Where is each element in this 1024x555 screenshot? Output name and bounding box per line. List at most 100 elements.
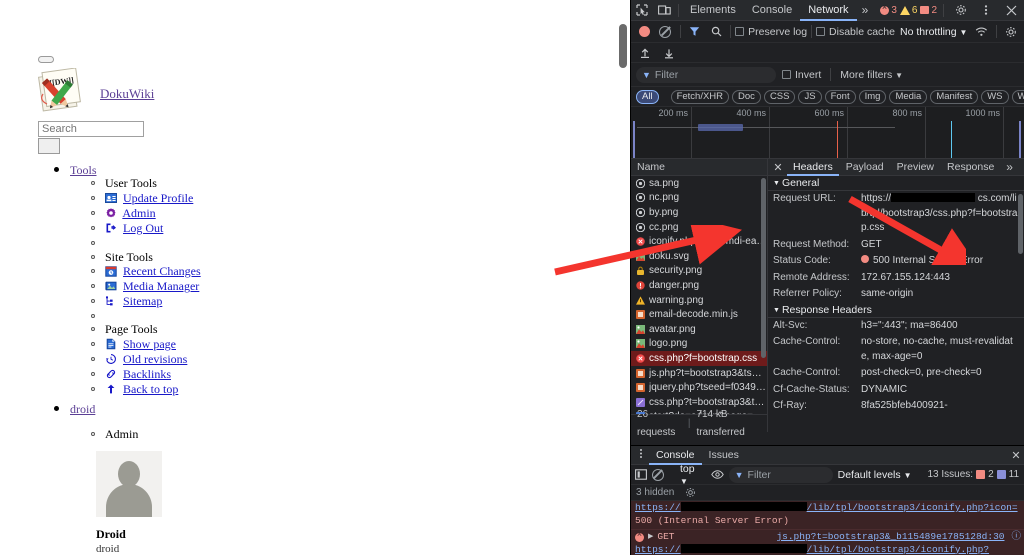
request-list-scrollbar[interactable] xyxy=(761,178,766,358)
type-chip-manifest[interactable]: Manifest xyxy=(930,89,979,104)
tab-preview[interactable]: Preview xyxy=(891,159,940,176)
tab-console[interactable]: Console xyxy=(744,0,800,21)
type-chip-img[interactable]: Img xyxy=(858,89,887,104)
search-icon[interactable] xyxy=(706,21,726,42)
type-chip-font[interactable]: Font xyxy=(824,89,856,104)
general-section-header[interactable]: ▼ General xyxy=(768,176,1024,191)
console-error-message[interactable]: https:///lib/tpl/bootstrap3/iconify.php?… xyxy=(631,501,1024,530)
expand-icon[interactable]: ▶ xyxy=(648,531,653,544)
network-overview-timeline[interactable]: 200 ms 400 ms 600 ms 800 ms 1000 ms xyxy=(631,107,1024,159)
drawer-tab-issues[interactable]: Issues xyxy=(702,446,746,465)
close-icon[interactable] xyxy=(1000,0,1022,21)
filter-icon[interactable] xyxy=(685,21,705,42)
filter-input[interactable]: ▼ Filter xyxy=(636,66,776,83)
more-filters-dropdown[interactable]: More filters ▼ xyxy=(840,69,903,81)
disable-cache-checkbox[interactable]: Disable cache xyxy=(816,26,895,38)
search-input[interactable] xyxy=(38,121,144,137)
request-row-selected-failed[interactable]: css.php?f=bootstrap.css xyxy=(631,351,767,366)
throttling-select[interactable]: No throttling ▼ xyxy=(900,26,967,38)
hidden-count[interactable]: 3 hidden xyxy=(636,487,674,498)
request-row[interactable]: warning.png xyxy=(631,293,767,308)
gear-icon[interactable] xyxy=(679,482,701,503)
tools-link[interactable]: Tools xyxy=(70,163,97,177)
more-tabs-icon[interactable]: » xyxy=(857,3,874,17)
issues-summary[interactable]: 13 Issues: 2 11 xyxy=(927,469,1019,480)
sidebar-toggle-pill[interactable] xyxy=(38,56,54,63)
request-row[interactable]: doku.svg xyxy=(631,249,767,264)
request-row[interactable]: cc.png xyxy=(631,220,767,235)
close-icon[interactable]: ✕ xyxy=(770,161,786,174)
search-button[interactable] xyxy=(38,138,60,154)
error-count[interactable]: 3 xyxy=(880,2,897,16)
export-har-icon[interactable] xyxy=(658,42,680,63)
kebab-menu-icon[interactable] xyxy=(633,448,649,462)
tab-headers[interactable]: Headers xyxy=(787,159,839,176)
live-expression-icon[interactable] xyxy=(710,464,724,485)
details-scrollbar[interactable] xyxy=(1018,194,1023,254)
menu-item-log-out[interactable]: Log Out xyxy=(91,221,163,236)
tab-response[interactable]: Response xyxy=(941,159,1000,176)
console-error-message[interactable]: ▶ GET js.php?t=bootstrap3&_b115489e1785128… xyxy=(631,529,1024,555)
console-filter-input[interactable]: ▼ Filter xyxy=(728,466,833,483)
request-row[interactable]: css.php?t=bootstrap3&ts... xyxy=(631,395,767,410)
inspect-element-icon[interactable] xyxy=(631,0,653,21)
request-row[interactable]: by.png xyxy=(631,205,767,220)
type-chip-ws[interactable]: WS xyxy=(981,89,1009,104)
tab-elements[interactable]: Elements xyxy=(682,0,744,21)
tab-payload[interactable]: Payload xyxy=(840,159,890,176)
timeline-left-handle[interactable] xyxy=(633,121,635,158)
type-chip-css[interactable]: CSS xyxy=(763,89,796,104)
clear-console-icon[interactable] xyxy=(652,464,664,485)
menu-item-sitemap[interactable]: Sitemap xyxy=(91,294,162,309)
import-har-icon[interactable] xyxy=(634,42,656,63)
request-list[interactable]: sa.png nc.png by.png cc.png iconify.php?icon… xyxy=(631,176,767,414)
request-row[interactable]: sa.png xyxy=(631,176,767,191)
request-row[interactable]: security.png xyxy=(631,264,767,279)
clear-icon[interactable] xyxy=(655,21,675,42)
request-row[interactable]: avatar.png xyxy=(631,322,767,337)
message-source[interactable]: js.php?t=bootstrap3&_b115489e1785128d:30 xyxy=(776,531,1004,544)
request-row[interactable]: start?do=admin&page=co... xyxy=(631,410,767,414)
page-scrollbar[interactable] xyxy=(615,0,630,555)
request-row[interactable]: jquery.php?tseed=f0349b... xyxy=(631,380,767,395)
request-row[interactable]: danger.png xyxy=(631,278,767,293)
menu-item-old-revisions[interactable]: Old revisions xyxy=(91,352,187,367)
headers-content[interactable]: ▼ General Request URL: https:// cs.com/lib/… xyxy=(768,176,1024,432)
log-levels-select[interactable]: Default levels ▼ xyxy=(838,469,912,481)
scrollbar-thumb[interactable] xyxy=(619,24,627,68)
menu-item-admin[interactable]: Admin xyxy=(91,206,156,221)
record-button[interactable] xyxy=(634,21,654,42)
more-detail-tabs-icon[interactable]: » xyxy=(1001,160,1018,174)
request-row[interactable]: email-decode.min.js xyxy=(631,307,767,322)
dokuwiki-logo[interactable]: [[DW]] xyxy=(37,67,89,118)
request-row[interactable]: iconify.php?icon=mdi-ear... xyxy=(631,234,767,249)
type-chip-fetch-xhr[interactable]: Fetch/XHR xyxy=(670,89,730,104)
gear-icon[interactable] xyxy=(1001,21,1021,42)
invert-checkbox[interactable]: Invert xyxy=(782,69,821,81)
warning-count[interactable]: 6 xyxy=(899,5,917,16)
preserve-log-checkbox[interactable]: Preserve log xyxy=(735,26,807,38)
network-conditions-icon[interactable] xyxy=(971,21,991,42)
menu-item-update-profile[interactable]: Update Profile xyxy=(91,191,193,206)
site-title-link[interactable]: DokuWiki xyxy=(100,86,154,102)
kebab-menu-icon[interactable] xyxy=(975,0,997,21)
gear-icon[interactable] xyxy=(950,0,972,21)
menu-item-recent-changes[interactable]: Recent Changes xyxy=(91,264,201,279)
type-chip-media[interactable]: Media xyxy=(889,89,928,104)
timeline-right-handle[interactable] xyxy=(1019,121,1021,158)
type-chip-js[interactable]: JS xyxy=(798,89,822,104)
info-icon[interactable]: ⓘ xyxy=(1011,531,1021,544)
request-row[interactable]: nc.png xyxy=(631,191,767,206)
type-chip-all[interactable]: All xyxy=(636,89,659,104)
request-row[interactable]: logo.png xyxy=(631,337,767,352)
console-sidebar-icon[interactable] xyxy=(635,464,647,485)
menu-item-show-page[interactable]: Show page xyxy=(91,337,176,352)
response-headers-section-header[interactable]: ▼ Response Headers xyxy=(768,302,1024,318)
console-messages[interactable]: https:///lib/tpl/bootstrap3/iconify.php?… xyxy=(631,501,1024,555)
menu-item-backlinks[interactable]: Backlinks xyxy=(91,367,171,382)
menu-item-media-manager[interactable]: Media Manager xyxy=(91,279,199,294)
type-chip-doc[interactable]: Doc xyxy=(732,89,761,104)
request-row[interactable]: js.php?t=bootstrap3&tsee... xyxy=(631,366,767,381)
device-toolbar-icon[interactable] xyxy=(653,0,675,21)
info-count[interactable]: 2 xyxy=(920,5,937,16)
